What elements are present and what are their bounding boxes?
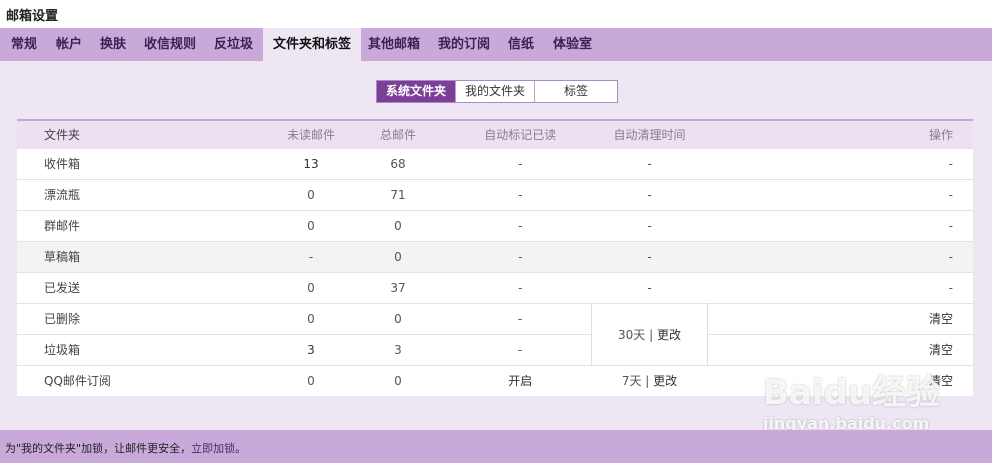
auto-read: - (449, 209, 592, 241)
unread-count: 0 (275, 271, 347, 303)
tab-folders-labels[interactable]: 文件夹和标签 (263, 28, 362, 61)
total-count: 0 (347, 364, 449, 396)
tab-other-mailbox[interactable]: 其他邮箱 (368, 28, 420, 61)
auto-cleanup: - (591, 178, 708, 210)
unread-count: 0 (275, 178, 347, 210)
folder-name[interactable]: QQ邮件订阅 (17, 364, 275, 396)
unread-count: 3 (275, 333, 347, 365)
cleanup-days: 30天 (618, 327, 646, 342)
table-row: 群邮件 0 0 - - - (17, 209, 973, 241)
empty-spam-link[interactable]: 清空 (929, 343, 953, 357)
total-count: 68 (347, 147, 449, 179)
unread-count: 0 (275, 364, 347, 396)
tab-general[interactable]: 常规 (11, 28, 37, 61)
tab-account[interactable]: 帐户 (56, 28, 82, 61)
actions: - (707, 178, 973, 210)
actions: - (707, 147, 973, 179)
settings-tab-bar: 常规 帐户 换肤 收信规则 反垃圾 文件夹和标签 其他邮箱 我的订阅 信纸 体验… (0, 28, 992, 61)
table-row: 漂流瓶 0 71 - - - (17, 178, 973, 210)
seg-labels[interactable]: 标签 (534, 81, 617, 102)
folder-name[interactable]: 收件箱 (17, 147, 275, 179)
unread-count: 0 (275, 302, 347, 334)
cleanup-edit-link[interactable]: 更改 (657, 328, 681, 342)
folder-name[interactable]: 已发送 (17, 271, 275, 303)
actions: - (707, 240, 973, 272)
col-folder: 文件夹 (44, 127, 81, 142)
col-total: 总邮件 (379, 127, 416, 142)
total-count: 0 (347, 302, 449, 334)
total-count: 37 (347, 271, 449, 303)
auto-read: - (449, 178, 592, 210)
table-row: 已发送 0 37 - - - (17, 271, 973, 303)
total-count: 3 (347, 333, 449, 365)
tab-lab[interactable]: 体验室 (553, 28, 592, 61)
table-row: 草稿箱 - 0 - - - (17, 240, 973, 272)
auto-read: 开启 (449, 364, 592, 396)
unread-count: 13 (275, 147, 347, 179)
cleanup-sep: | (645, 374, 650, 388)
footer-tail: 。 (235, 442, 247, 455)
seg-my-folders[interactable]: 我的文件夹 (455, 81, 534, 102)
auto-cleanup: - (591, 240, 708, 272)
auto-cleanup: - (591, 209, 708, 241)
auto-cleanup: - (591, 147, 708, 179)
unread-count: 0 (275, 209, 347, 241)
folder-name[interactable]: 已删除 (17, 302, 275, 334)
col-unread: 未读邮件 (286, 127, 335, 142)
total-count: 71 (347, 178, 449, 210)
auto-read: - (449, 302, 592, 334)
cleanup-days: 7天 (621, 374, 642, 388)
total-count: 0 (347, 209, 449, 241)
footer-message: 为"我的文件夹"加锁，让邮件更安全， (5, 442, 192, 455)
folder-name[interactable]: 群邮件 (17, 209, 275, 241)
footer-bar: 为"我的文件夹"加锁，让邮件更安全，立即加锁。 (0, 430, 992, 463)
cleanup-sep: | (649, 327, 654, 342)
auto-cleanup-merged: 30天 | 更改 (591, 302, 708, 365)
folder-name[interactable]: 漂流瓶 (17, 178, 275, 210)
page-title: 邮箱设置 (6, 9, 59, 24)
tab-skin[interactable]: 换肤 (100, 28, 126, 61)
auto-read: - (449, 271, 592, 303)
folder-name[interactable]: 草稿箱 (17, 240, 275, 272)
folder-table: 文件夹 未读邮件 总邮件 自动标记已读 自动清理时间 操作 收件箱 13 68 … (17, 119, 973, 396)
tab-my-subscriptions[interactable]: 我的订阅 (438, 28, 490, 61)
auto-cleanup: 7天 | 更改 (591, 364, 708, 396)
table-row: 垃圾箱 3 3 - 清空 (17, 333, 973, 365)
watermark: Baidu经验 jingyan.baidu.com (763, 365, 940, 433)
auto-read: - (449, 333, 592, 365)
tab-anti-spam[interactable]: 反垃圾 (214, 28, 253, 61)
tab-inbox-rules[interactable]: 收信规则 (144, 28, 196, 61)
table-row: 已删除 0 0 - 30天 | 更改 清空 (17, 302, 973, 365)
footer-text: 为"我的文件夹"加锁，让邮件更安全，立即加锁。 (5, 440, 246, 456)
seg-system-folders[interactable]: 系统文件夹 (377, 81, 455, 102)
col-actions: 操作 (928, 127, 953, 142)
table-header-row: 文件夹 未读邮件 总邮件 自动标记已读 自动清理时间 操作 (17, 120, 973, 148)
lock-now-link[interactable]: 立即加锁 (191, 442, 235, 455)
col-auto-read: 自动标记已读 (484, 127, 557, 142)
cleanup-edit-link[interactable]: 更改 (653, 374, 677, 388)
table-row: 收件箱 13 68 - - - (17, 147, 973, 179)
empty-trash-link[interactable]: 清空 (929, 312, 953, 326)
auto-read: - (449, 147, 592, 179)
tab-stationery[interactable]: 信纸 (508, 28, 534, 61)
total-count: 0 (347, 240, 449, 272)
col-auto-cleanup: 自动清理时间 (613, 127, 686, 142)
actions: - (707, 271, 973, 303)
folder-name[interactable]: 垃圾箱 (17, 333, 275, 365)
actions: - (707, 209, 973, 241)
watermark-logo-text: Baidu经验 (762, 373, 940, 413)
unread-count: - (275, 240, 347, 272)
auto-read: - (449, 240, 592, 272)
folder-type-switch: 系统文件夹 我的文件夹 标签 (376, 80, 618, 103)
auto-cleanup: - (591, 271, 708, 303)
